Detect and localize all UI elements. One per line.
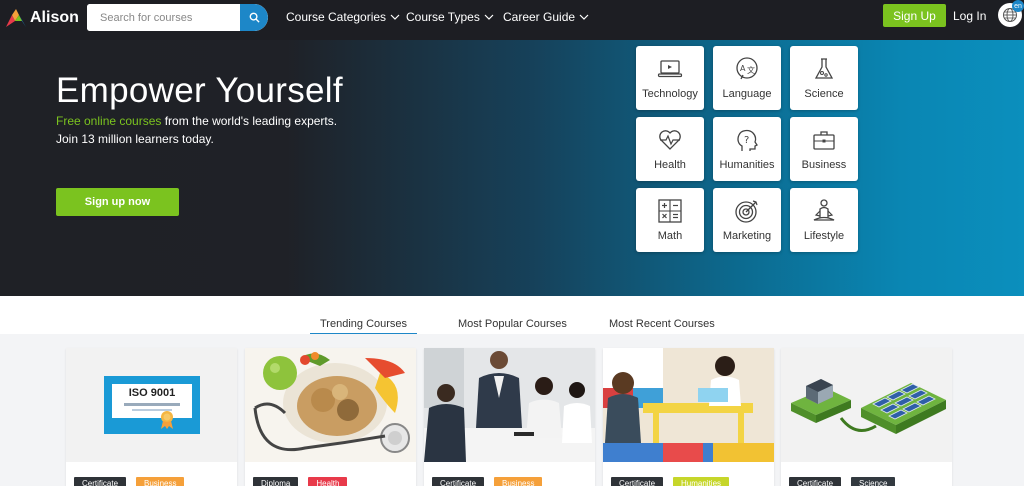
- category-label: Marketing: [722, 230, 772, 242]
- course-category-tag: Science: [851, 477, 896, 486]
- course-thumbnail: ISO 9001: [66, 348, 237, 462]
- hero-banner: Empower Yourself Free online courses fro…: [0, 40, 1024, 296]
- course-thumbnail: [424, 348, 595, 462]
- solar-energy-illustration: [791, 379, 946, 434]
- category-marketing[interactable]: Marketing: [713, 188, 781, 252]
- nav-course-types[interactable]: Course Types: [406, 10, 494, 24]
- business-meeting-photo: [424, 348, 595, 462]
- svg-text:文: 文: [747, 65, 755, 75]
- calculator-icon: [658, 199, 682, 223]
- search-icon: [249, 12, 260, 23]
- course-card[interactable]: Certificate Humanities: [603, 348, 774, 486]
- chevron-down-icon: [579, 14, 589, 20]
- svg-text:?: ?: [744, 135, 749, 146]
- tab-most-recent-courses[interactable]: Most Recent Courses: [609, 318, 715, 330]
- category-health[interactable]: Health: [636, 117, 704, 181]
- chevron-down-icon: [484, 14, 494, 20]
- category-label: Humanities: [719, 159, 775, 171]
- course-thumbnail: [781, 348, 952, 462]
- nav-course-categories[interactable]: Course Categories: [286, 10, 400, 24]
- nav-career-guide-label: Career Guide: [503, 10, 576, 24]
- category-business[interactable]: Business: [790, 117, 858, 181]
- tab-trending-courses[interactable]: Trending Courses: [310, 318, 418, 335]
- course-type-tag: Diploma: [253, 477, 299, 486]
- sign-up-button[interactable]: Sign Up: [883, 4, 946, 27]
- course-tags: Diploma Health: [253, 477, 348, 486]
- heartbeat-icon: [659, 130, 681, 150]
- hero-subtitle-line2: Join 13 million learners today.: [56, 132, 214, 146]
- hero-title: Empower Yourself: [56, 71, 343, 110]
- course-tags: Certificate Humanities: [611, 477, 730, 486]
- flask-icon: [814, 58, 834, 79]
- category-technology[interactable]: Technology: [636, 46, 704, 110]
- meditation-icon: [813, 199, 835, 221]
- category-math[interactable]: Math: [636, 188, 704, 252]
- tab-most-popular-courses[interactable]: Most Popular Courses: [458, 318, 567, 330]
- search-button[interactable]: [240, 4, 268, 31]
- course-type-tag: Certificate: [611, 477, 664, 486]
- course-type-tag: Certificate: [432, 477, 485, 486]
- category-science[interactable]: Science: [790, 46, 858, 110]
- course-tags: Certificate Business: [432, 477, 543, 486]
- search-input[interactable]: [87, 4, 240, 31]
- category-language[interactable]: A 文 Language: [713, 46, 781, 110]
- category-label: Lifestyle: [803, 230, 845, 242]
- course-category-tag: Business: [494, 477, 543, 486]
- nav-career-guide[interactable]: Career Guide: [503, 10, 589, 24]
- course-category-tag: Business: [136, 477, 185, 486]
- healthy-food-photo: [253, 352, 410, 453]
- course-thumbnail: [245, 348, 416, 462]
- category-humanities[interactable]: ? Humanities: [713, 117, 781, 181]
- nav-course-categories-label: Course Categories: [286, 10, 387, 24]
- alison-logo[interactable]: Alison: [6, 9, 79, 27]
- course-card[interactable]: Certificate Science: [781, 348, 952, 486]
- category-lifestyle[interactable]: Lifestyle: [790, 188, 858, 252]
- brand-name: Alison: [30, 9, 79, 26]
- head-question-icon: ?: [737, 129, 758, 151]
- briefcase-icon: [813, 131, 835, 150]
- hero-subtitle-rest: from the world's leading experts.: [161, 114, 338, 128]
- search-box: [87, 4, 268, 31]
- chevron-down-icon: [390, 14, 400, 20]
- course-category-tag: Health: [308, 477, 348, 486]
- category-label: Technology: [642, 88, 698, 100]
- category-label: Business: [801, 159, 847, 171]
- log-in-link[interactable]: Log In: [953, 9, 986, 23]
- course-thumbnail: [603, 348, 774, 462]
- course-tags: Certificate Business: [74, 477, 185, 486]
- course-card[interactable]: ISO 9001 Certificate Business: [66, 348, 237, 486]
- course-tags: Certificate Science: [789, 477, 896, 486]
- course-type-tag: Certificate: [74, 477, 127, 486]
- category-label: Health: [654, 159, 686, 171]
- iso-certificate-card: ISO 9001: [112, 384, 192, 418]
- classroom-children-photo: [603, 348, 774, 462]
- category-label: Math: [657, 230, 683, 242]
- top-navbar: Alison Course Categories Course Types Ca…: [0, 0, 1024, 40]
- hero-subtitle-highlight[interactable]: Free online courses: [56, 114, 161, 128]
- hero-sign-up-button[interactable]: Sign up now: [56, 188, 179, 216]
- category-label: Language: [722, 88, 772, 100]
- course-tabs: Trending Courses Most Popular Courses Mo…: [0, 296, 1024, 335]
- translate-icon: A 文: [736, 57, 758, 80]
- target-icon: [735, 200, 758, 223]
- iso-label: ISO 9001: [128, 387, 176, 399]
- course-list: ISO 9001 Certificate Business Diploma He…: [0, 334, 1024, 486]
- course-card[interactable]: Diploma Health: [245, 348, 416, 486]
- laptop-icon: [657, 60, 683, 78]
- language-badge: en: [1012, 0, 1024, 12]
- hero-subtitle: Free online courses from the world's lea…: [56, 114, 337, 128]
- nav-course-types-label: Course Types: [406, 10, 480, 24]
- course-card[interactable]: Certificate Business: [424, 348, 595, 486]
- category-label: Science: [804, 88, 844, 100]
- award-ribbon-icon: [161, 411, 173, 429]
- course-category-tag: Humanities: [673, 477, 730, 486]
- course-type-tag: Certificate: [789, 477, 842, 486]
- iso-certificate-graphic: ISO 9001: [104, 376, 200, 434]
- svg-text:A: A: [740, 64, 746, 73]
- alison-logo-icon: [6, 9, 26, 27]
